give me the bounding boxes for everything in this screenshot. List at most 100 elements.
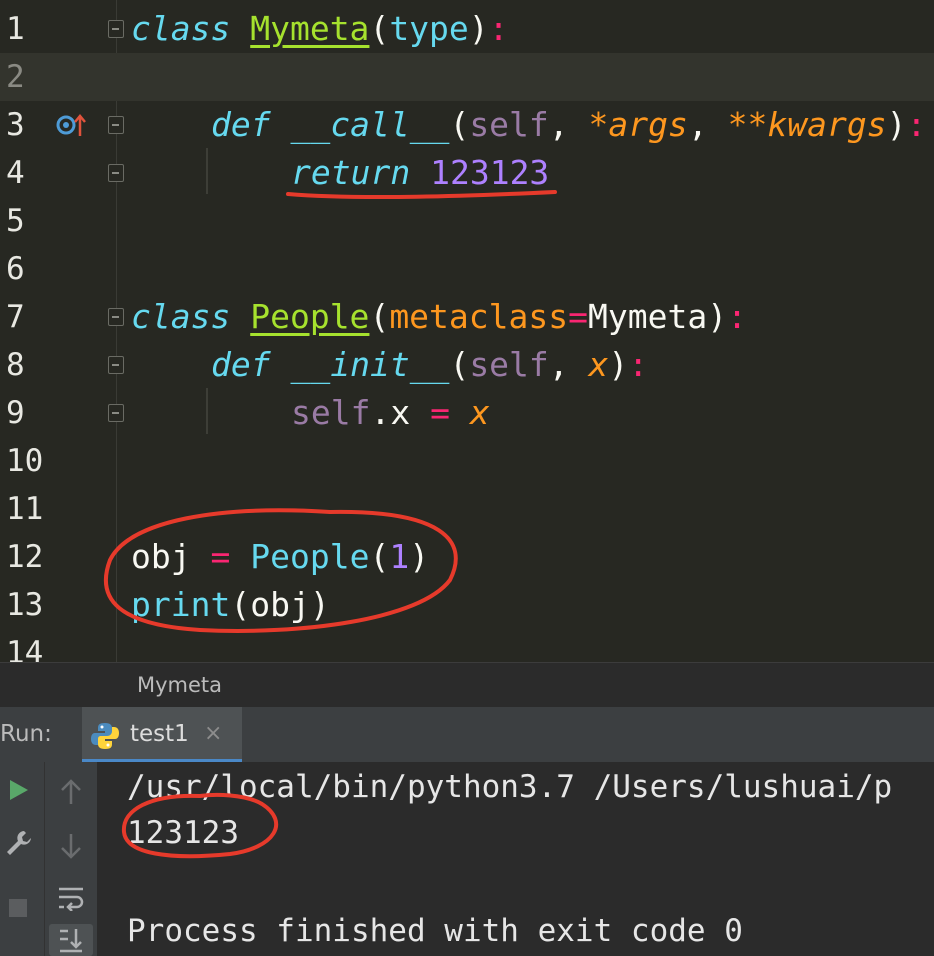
run-panel: /usr/local/bin/python3.7 /Users/lushuai/… (0, 762, 934, 956)
line-number: 10 (6, 443, 44, 479)
punct: ) (409, 537, 430, 576)
code-editor[interactable]: 1 class Mymeta(type): 2 3 def __call__(s… (0, 0, 934, 662)
code-text[interactable]: obj = People(1) (131, 533, 429, 581)
code-line-1[interactable]: 1 class Mymeta(type): (0, 5, 934, 53)
line-number: 9 (6, 395, 25, 431)
line-number: 1 (6, 11, 25, 47)
run-label: Run: (0, 721, 52, 747)
soft-wrap-button[interactable] (53, 880, 89, 916)
code-line-2[interactable]: 2 (0, 53, 934, 101)
line-number: 14 (6, 635, 44, 662)
number-literal: 123123 (430, 153, 550, 192)
base-class: type (389, 9, 469, 48)
stop-icon (9, 899, 27, 917)
down-button[interactable] (53, 828, 89, 864)
code-text[interactable]: return 123123 (291, 149, 549, 197)
punct: , (548, 345, 589, 384)
keyword: class (131, 297, 231, 336)
kwargs-param: **kwargs (727, 105, 887, 144)
scroll-to-end-button[interactable] (49, 924, 93, 956)
class-call: People (250, 537, 370, 576)
run-tab-label: test1 (130, 721, 189, 747)
breadcrumb-item[interactable]: Mymeta (137, 673, 222, 697)
code-line-12[interactable]: 12 obj = People(1) (0, 533, 934, 581)
punct: ( (369, 537, 390, 576)
line-number: 5 (6, 203, 25, 239)
line-number: 4 (6, 155, 25, 191)
code-line-5[interactable]: 5 (0, 197, 934, 245)
fold-toggle-icon[interactable] (108, 356, 124, 374)
fold-toggle-icon[interactable] (108, 308, 124, 326)
up-button[interactable] (53, 774, 89, 810)
code-text[interactable]: class People(metaclass=Mymeta): (131, 293, 747, 341)
fold-end-icon[interactable] (108, 404, 124, 422)
code-line-10[interactable]: 10 (0, 437, 934, 485)
code-text[interactable]: class Mymeta(type): (131, 5, 509, 53)
variable: obj (131, 537, 211, 576)
self-ref: self (291, 393, 371, 432)
code-text[interactable]: def __call__(self, *args, **kwargs): (211, 101, 926, 149)
line-number: 2 (6, 59, 25, 95)
override-method-icon[interactable] (56, 112, 86, 144)
punct: ) (886, 105, 907, 144)
punct: ( (230, 585, 251, 624)
attribute: .x (370, 393, 431, 432)
number-literal: 1 (389, 537, 410, 576)
code-line-3[interactable]: 3 def __call__(self, *args, **kwargs): (0, 101, 934, 149)
punct: , (548, 105, 589, 144)
line-number: 3 (6, 107, 25, 143)
settings-button[interactable] (0, 824, 36, 860)
class-name: Mymeta (250, 9, 370, 48)
x-value: x (469, 393, 490, 432)
colon: : (628, 345, 649, 384)
code-line-8[interactable]: 8 def __init__(self, x): (0, 341, 934, 389)
code-line-7[interactable]: 7 class People(metaclass=Mymeta): (0, 293, 934, 341)
punct: ( (369, 9, 390, 48)
keyword: def (211, 105, 271, 144)
line-number: 13 (6, 587, 44, 623)
keyword: return (291, 153, 411, 192)
code-line-6[interactable]: 6 (0, 245, 934, 293)
arrow-down-icon (61, 834, 81, 859)
equals: = (568, 297, 588, 336)
code-line-4[interactable]: 4 return 123123 (0, 149, 934, 197)
wrench-icon (7, 831, 31, 855)
breadcrumb[interactable]: Mymeta (0, 662, 934, 707)
stop-button[interactable] (0, 890, 36, 926)
console-command-line: /usr/local/bin/python3.7 /Users/lushuai/… (127, 769, 893, 805)
equals: = (210, 537, 231, 576)
fold-toggle-icon[interactable] (108, 20, 124, 38)
code-line-9[interactable]: 9 self.x = x (0, 389, 934, 437)
python-icon (90, 721, 120, 755)
punct: ) (707, 297, 728, 336)
rerun-button[interactable] (0, 772, 36, 808)
code-text[interactable]: self.x = x (291, 389, 490, 437)
code-text[interactable]: def __init__(self, x): (211, 341, 648, 389)
keyword: class (131, 9, 231, 48)
code-text[interactable]: print(obj) (131, 581, 330, 629)
line-number: 8 (6, 347, 25, 383)
fold-end-icon[interactable] (108, 164, 124, 182)
code-line-13[interactable]: 13 print(obj) (0, 581, 934, 629)
fold-toggle-icon[interactable] (108, 116, 124, 134)
builtin-function: print (131, 585, 231, 624)
class-name: People (250, 297, 370, 336)
self-param: self (469, 345, 549, 384)
punct: ( (369, 297, 390, 336)
line-number: 12 (6, 539, 44, 575)
punct: , (687, 105, 728, 144)
run-panel-header: Run: test1 × (0, 706, 934, 763)
close-icon[interactable]: × (204, 721, 222, 746)
punct: ) (468, 9, 489, 48)
function-name: __call__ (290, 105, 450, 144)
colon: : (906, 105, 927, 144)
soft-wrap-icon (59, 887, 84, 911)
punct: ) (309, 585, 330, 624)
code-line-11[interactable]: 11 (0, 485, 934, 533)
run-tab-test1[interactable]: test1 × (82, 707, 242, 763)
scroll-to-end-icon (60, 929, 82, 953)
code-line-14[interactable]: 14 (0, 629, 934, 662)
